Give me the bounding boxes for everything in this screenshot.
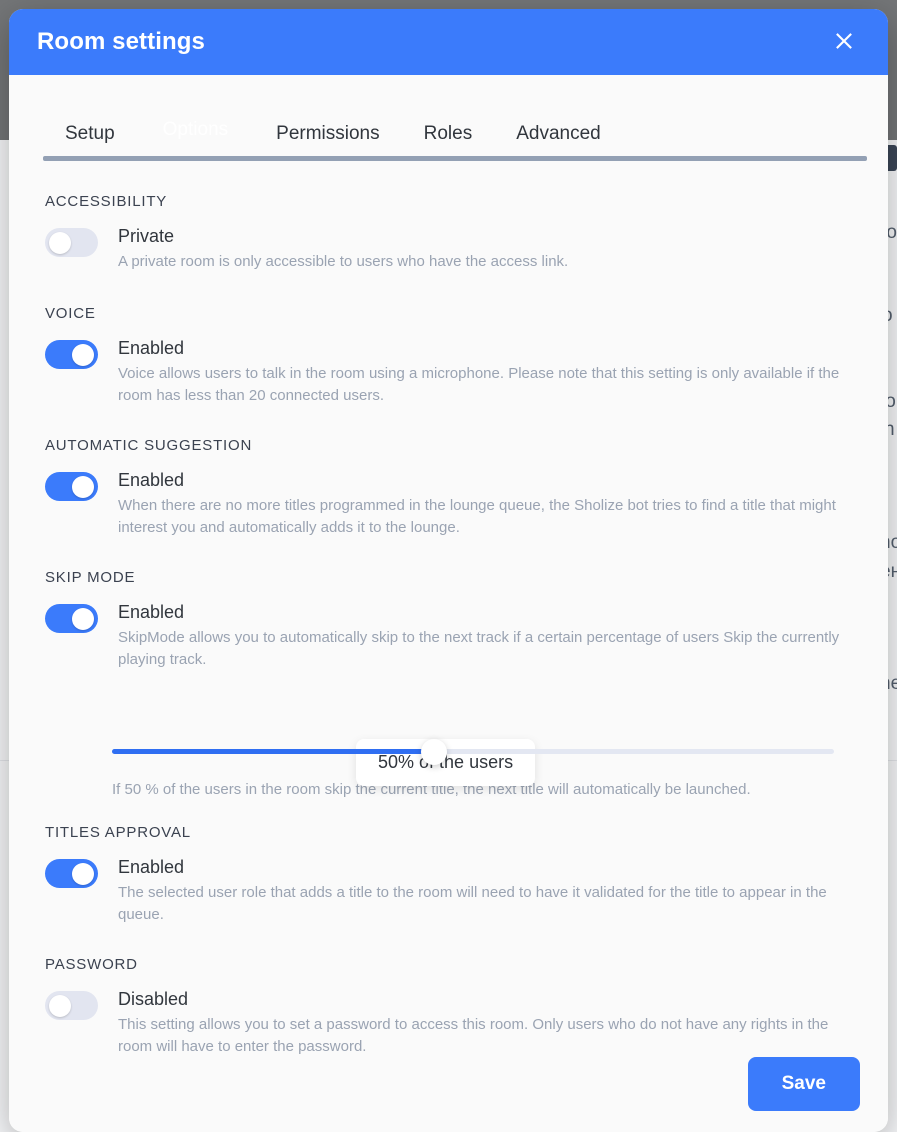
skip-percentage-slider: 50% of the users If 50 % of the users in… bbox=[9, 739, 888, 798]
tab-permissions[interactable]: Permissions bbox=[254, 111, 401, 157]
setting-row: Disabled This setting allows you to set … bbox=[45, 987, 860, 1058]
section-title: VOICE bbox=[45, 305, 96, 322]
room-settings-modal: Room settings Setup Options Permissions … bbox=[9, 9, 888, 1132]
toggle-knob bbox=[49, 231, 71, 254]
tab-setup[interactable]: Setup bbox=[43, 111, 137, 157]
setting-description: A private room is only accessible to use… bbox=[118, 253, 569, 270]
setting-row: Enabled Voice allows users to talk in th… bbox=[45, 336, 860, 407]
setting-description: SkipMode allows you to automatically ski… bbox=[118, 629, 840, 668]
setting-description: When there are no more titles programmed… bbox=[118, 497, 836, 536]
toggle-knob bbox=[72, 607, 94, 630]
setting-description: This setting allows you to set a passwor… bbox=[118, 1016, 829, 1055]
section-title: SKIP MODE bbox=[45, 569, 136, 586]
toggle-knob bbox=[49, 994, 71, 1017]
tab-advanced[interactable]: Advanced bbox=[494, 111, 623, 157]
setting-row: Enabled When there are no more titles pr… bbox=[45, 468, 860, 539]
toggle-password[interactable] bbox=[45, 991, 98, 1020]
toggle-knob bbox=[72, 343, 94, 366]
setting-state: Enabled bbox=[118, 338, 185, 358]
section-skip-mode: SKIP MODE Enabled SkipMode allows you to… bbox=[9, 569, 888, 671]
setting-state: Enabled bbox=[118, 857, 185, 877]
setting-row: Enabled SkipMode allows you to automatic… bbox=[45, 600, 860, 671]
toggle-knob bbox=[72, 475, 94, 498]
setting-description: Voice allows users to talk in the room u… bbox=[118, 365, 840, 404]
save-button[interactable]: Save bbox=[747, 1057, 860, 1111]
modal-footer: Save bbox=[747, 1057, 860, 1111]
options-panel: ACCESSIBILITY Private A private room is … bbox=[9, 163, 888, 1132]
toggle-skip-mode[interactable] bbox=[45, 604, 98, 633]
section-title: AUTOMATIC SUGGESTION bbox=[45, 437, 253, 454]
section-automatic-suggestion: AUTOMATIC SUGGESTION Enabled When there … bbox=[9, 437, 888, 539]
slider-track[interactable] bbox=[112, 739, 834, 765]
slider-track-wrapper[interactable] bbox=[45, 739, 860, 765]
slider-thumb[interactable] bbox=[421, 739, 447, 765]
tab-underline bbox=[43, 156, 867, 161]
toggle-knob bbox=[72, 862, 94, 885]
section-titles-approval: TITLES APPROVAL Enabled The selected use… bbox=[9, 824, 888, 926]
close-icon[interactable] bbox=[827, 24, 861, 58]
section-title: TITLES APPROVAL bbox=[45, 824, 191, 841]
toggle-voice[interactable] bbox=[45, 340, 98, 369]
setting-state: Disabled bbox=[118, 989, 189, 1009]
modal-title: Room settings bbox=[37, 28, 205, 55]
section-voice: VOICE Enabled Voice allows users to talk… bbox=[9, 305, 888, 407]
section-password: PASSWORD Disabled This setting allows yo… bbox=[9, 956, 888, 1058]
toggle-titles-approval[interactable] bbox=[45, 859, 98, 888]
setting-description: The selected user role that adds a title… bbox=[118, 884, 827, 923]
tab-roles[interactable]: Roles bbox=[402, 111, 495, 157]
section-accessibility: ACCESSIBILITY Private A private room is … bbox=[9, 193, 888, 273]
setting-state: Enabled bbox=[118, 602, 185, 622]
setting-row: Enabled The selected user role that adds… bbox=[45, 855, 860, 926]
modal-header: Room settings bbox=[9, 9, 888, 75]
toggle-automatic-suggestion[interactable] bbox=[45, 472, 98, 501]
setting-row: Private A private room is only accessibl… bbox=[45, 224, 860, 273]
slider-fill bbox=[112, 749, 434, 754]
section-title: PASSWORD bbox=[45, 956, 138, 973]
toggle-private[interactable] bbox=[45, 228, 98, 257]
tab-options[interactable]: Options bbox=[137, 103, 254, 157]
tab-bar: Setup Options Permissions Roles Advanced bbox=[9, 75, 888, 163]
setting-state: Enabled bbox=[118, 470, 185, 490]
section-title: ACCESSIBILITY bbox=[45, 193, 168, 210]
setting-state: Private bbox=[118, 226, 175, 246]
